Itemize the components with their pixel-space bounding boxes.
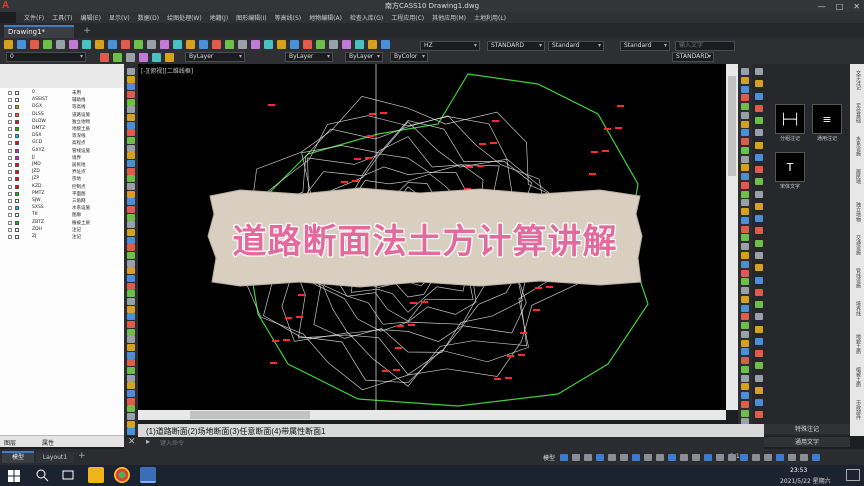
status-toggle-icon[interactable]: [692, 454, 700, 461]
status-toggle-icon[interactable]: [752, 454, 760, 461]
symbol-category-tab[interactable]: 居民地: [852, 169, 862, 184]
status-toggle-icon[interactable]: [680, 454, 688, 461]
symbol-category-tab[interactable]: 植被土质: [852, 367, 862, 387]
status-toggle-icon[interactable]: [620, 454, 628, 461]
status-toggle-icon[interactable]: [740, 454, 748, 461]
style-glyph: T: [786, 161, 794, 174]
status-toggle-icon[interactable]: [632, 454, 640, 461]
symbol-category-tabs: 文字注记定位基础水系设施居民地独立地物交通设施管线设施境界线地貌土质植被土质市政…: [850, 64, 864, 436]
command-history-text: (1)道路断面(2)场地断面(3)任意断面(4)带属性断面1: [146, 427, 326, 436]
file-explorer-icon[interactable]: [88, 467, 104, 483]
symbol-category-tab[interactable]: 管线设施: [852, 268, 862, 288]
command-prompt-icon: ▸: [146, 437, 151, 446]
windows-start-icon[interactable]: [8, 470, 20, 482]
status-toggle-icon[interactable]: [764, 454, 772, 461]
status-toggle-icon[interactable]: [800, 454, 808, 461]
style-glyph: ├─┤: [780, 113, 800, 126]
notification-icon[interactable]: [846, 469, 860, 481]
status-model-toggle[interactable]: 模型: [543, 453, 555, 462]
status-toggle-icon[interactable]: [560, 454, 568, 461]
status-toggle-icon[interactable]: [668, 454, 676, 461]
task-view-icon[interactable]: [60, 467, 76, 483]
symbol-category-tab[interactable]: 定位基础: [852, 103, 862, 123]
symbol-category-tab[interactable]: 水系设施: [852, 136, 862, 156]
chrome-icon[interactable]: [114, 467, 130, 483]
text-style-label: 通用注记: [816, 136, 837, 142]
cass-app-icon[interactable]: [140, 467, 156, 483]
status-toggle-icon[interactable]: [608, 454, 616, 461]
tab-model[interactable]: 模型: [2, 451, 34, 463]
status-toggle-icon[interactable]: [716, 454, 724, 461]
clock-date[interactable]: 2021/5/22 星期六: [780, 476, 831, 485]
text-style-label: 宋体文字: [779, 184, 800, 190]
style-glyph: ≡: [822, 113, 832, 126]
special-annotation-button[interactable]: 特殊注记: [764, 424, 850, 434]
status-toggle-icon[interactable]: [572, 454, 580, 461]
clock-time[interactable]: 23:53: [790, 467, 807, 474]
symbol-category-tab[interactable]: 市政部件: [852, 400, 862, 420]
add-layout-button[interactable]: +: [78, 451, 86, 461]
status-toggle-icon[interactable]: [584, 454, 592, 461]
close-icon[interactable]: ✕: [128, 437, 136, 447]
overlay-title: 道路断面法土方计算讲解: [232, 222, 618, 262]
symbol-category-tab[interactable]: 独立地物: [852, 202, 862, 222]
symbol-category-tab[interactable]: 地貌土质: [852, 334, 862, 354]
status-toggle-icon[interactable]: [596, 454, 604, 461]
text-style-label: 分组注记: [779, 136, 800, 142]
search-icon[interactable]: [34, 467, 50, 483]
status-toggle-icon[interactable]: [728, 454, 736, 461]
symbol-category-tab[interactable]: 文字注记: [852, 70, 862, 90]
text-style-card[interactable]: ├─┤: [775, 104, 805, 134]
status-toggle-icon[interactable]: [704, 454, 712, 461]
status-toggle-icon[interactable]: [776, 454, 784, 461]
text-style-card[interactable]: ≡: [812, 104, 842, 134]
status-toggle-icon[interactable]: [788, 454, 796, 461]
tab-layout1[interactable]: Layout1: [36, 452, 74, 463]
command-input[interactable]: [160, 440, 460, 448]
symbol-category-tab[interactable]: 交通设施: [852, 235, 862, 255]
status-toggle-icon[interactable]: [812, 454, 820, 461]
symbol-category-tab[interactable]: 境界线: [852, 301, 862, 316]
general-text-button[interactable]: 通用文字: [764, 437, 850, 447]
status-toggle-icon[interactable]: [656, 454, 664, 461]
status-toggle-icon[interactable]: [644, 454, 652, 461]
text-style-card[interactable]: T: [775, 152, 805, 182]
